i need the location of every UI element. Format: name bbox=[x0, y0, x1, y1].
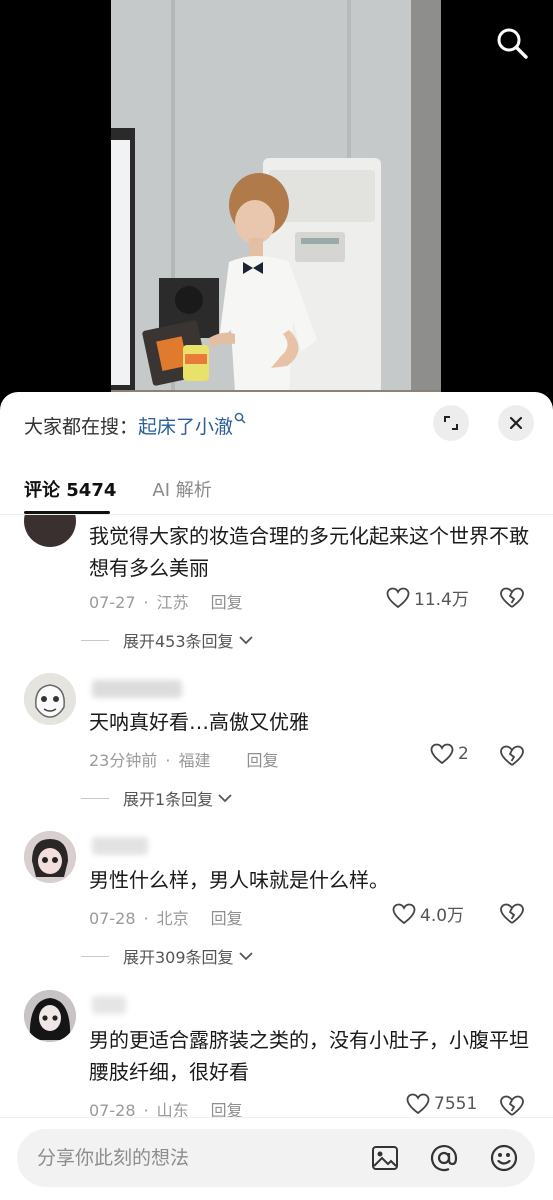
chevron-down-icon bbox=[238, 952, 253, 961]
emoji-icon[interactable] bbox=[488, 1142, 520, 1174]
avatar[interactable] bbox=[24, 831, 76, 883]
heart-icon bbox=[386, 587, 410, 608]
avatar[interactable] bbox=[24, 673, 76, 725]
like-count: 2 bbox=[458, 744, 469, 764]
expand-replies-button[interactable]: 展开1条回复 bbox=[81, 786, 233, 810]
comment-sheet: 大家都在搜：起床了小澈 评论 5474 AI 解析 我觉得大家的妆造合理的多元化… bbox=[0, 392, 553, 1200]
expand-replies-button[interactable]: 展开453条回复 bbox=[81, 628, 254, 652]
mini-search-icon bbox=[234, 412, 246, 424]
comment-location: 江苏 bbox=[156, 593, 189, 612]
expand-replies-label: 展开309条回复 bbox=[123, 948, 234, 967]
comment-date: 07-27 bbox=[89, 593, 136, 612]
expand-button[interactable] bbox=[433, 405, 469, 441]
broken-heart-icon[interactable] bbox=[499, 902, 525, 926]
expand-line bbox=[81, 955, 109, 957]
expand-icon bbox=[444, 416, 458, 430]
expand-replies-label: 展开453条回复 bbox=[123, 632, 234, 651]
tab-ai-analysis[interactable]: AI 解析 bbox=[152, 476, 211, 502]
heart-icon bbox=[430, 743, 454, 765]
like-button[interactable]: 2 bbox=[430, 743, 469, 765]
comment-meta: 07-28 · 山东 回复 bbox=[89, 1097, 243, 1117]
comment-meta: 07-27 · 江苏 回复 bbox=[89, 593, 243, 612]
reply-button[interactable]: 回复 bbox=[211, 593, 243, 612]
trending-search: 大家都在搜：起床了小澈 bbox=[24, 412, 246, 439]
comment-date: 23分钟前 bbox=[89, 751, 158, 770]
like-button[interactable]: 7551 bbox=[406, 1093, 477, 1115]
close-icon bbox=[509, 416, 523, 430]
broken-heart-icon[interactable] bbox=[499, 586, 525, 610]
at-icon[interactable] bbox=[428, 1142, 460, 1174]
trending-search-link[interactable]: 起床了小澈 bbox=[138, 416, 233, 438]
like-button[interactable]: 11.4万 bbox=[386, 585, 469, 610]
search-button[interactable] bbox=[495, 26, 529, 60]
like-button[interactable]: 4.0万 bbox=[392, 901, 464, 926]
video-frame bbox=[111, 0, 441, 405]
broken-heart-icon[interactable] bbox=[499, 744, 525, 768]
expand-replies-label: 展开1条回复 bbox=[123, 790, 214, 809]
username bbox=[92, 996, 126, 1014]
comment-text: 我觉得大家的妆造合理的多元化起来这个世界不敢想有多么美丽 bbox=[89, 524, 529, 580]
reply-button[interactable]: 回复 bbox=[246, 751, 278, 770]
comment-tabs: 评论 5474 AI 解析 bbox=[24, 474, 248, 504]
comment-text: 男性什么样，男人味就是什么样。 bbox=[89, 868, 389, 892]
comment-date: 07-28 bbox=[89, 1101, 136, 1117]
expand-line bbox=[81, 797, 109, 799]
expand-line bbox=[81, 639, 109, 641]
like-count: 11.4万 bbox=[414, 590, 469, 610]
comment-meta: 07-28 · 北京 回复 bbox=[89, 909, 243, 928]
trending-search-prefix: 大家都在搜： bbox=[24, 416, 139, 438]
comment-location: 山东 bbox=[156, 1101, 189, 1117]
search-icon bbox=[497, 28, 528, 59]
avatar-image bbox=[24, 673, 76, 725]
chevron-down-icon bbox=[218, 794, 232, 803]
broken-heart-icon[interactable] bbox=[499, 1094, 525, 1117]
comment-location: 北京 bbox=[156, 909, 189, 928]
heart-icon bbox=[392, 903, 416, 924]
comment-list[interactable]: 我觉得大家的妆造合理的多元化起来这个世界不敢想有多么美丽 07-27 · 江苏 回复 … bbox=[0, 515, 553, 1117]
avatar-image bbox=[24, 990, 76, 1042]
comment-input-bar bbox=[17, 1129, 535, 1187]
tab-comments[interactable]: 评论 5474 bbox=[24, 476, 116, 502]
chevron-down-icon bbox=[238, 636, 253, 645]
like-count: 7551 bbox=[434, 1094, 478, 1114]
comment-date: 07-28 bbox=[89, 909, 136, 928]
comment-text: 男的更适合露脐装之类的，没有小肚子，小腹平坦腰肢纤细，很好看 bbox=[89, 1028, 529, 1084]
video-player[interactable] bbox=[0, 0, 553, 405]
comment-input[interactable] bbox=[37, 1144, 357, 1172]
video-still-image bbox=[111, 0, 441, 405]
comment-text: 天呐真好看…高傲又优雅 bbox=[89, 710, 309, 734]
image-icon[interactable] bbox=[369, 1142, 401, 1174]
avatar[interactable] bbox=[24, 990, 76, 1042]
reply-button[interactable]: 回复 bbox=[211, 1101, 243, 1117]
comment-location: 福建 bbox=[178, 751, 211, 770]
avatar-image bbox=[24, 831, 76, 883]
comment-meta: 23分钟前 · 福建 回复 bbox=[89, 751, 279, 770]
avatar[interactable] bbox=[24, 515, 76, 547]
close-button[interactable] bbox=[498, 405, 534, 441]
expand-replies-button[interactable]: 展开309条回复 bbox=[81, 944, 254, 968]
reply-button[interactable]: 回复 bbox=[211, 909, 243, 928]
heart-icon bbox=[406, 1093, 430, 1115]
username bbox=[92, 680, 182, 698]
comment-input-area bbox=[0, 1117, 553, 1200]
like-count: 4.0万 bbox=[420, 906, 465, 926]
username bbox=[92, 837, 148, 855]
